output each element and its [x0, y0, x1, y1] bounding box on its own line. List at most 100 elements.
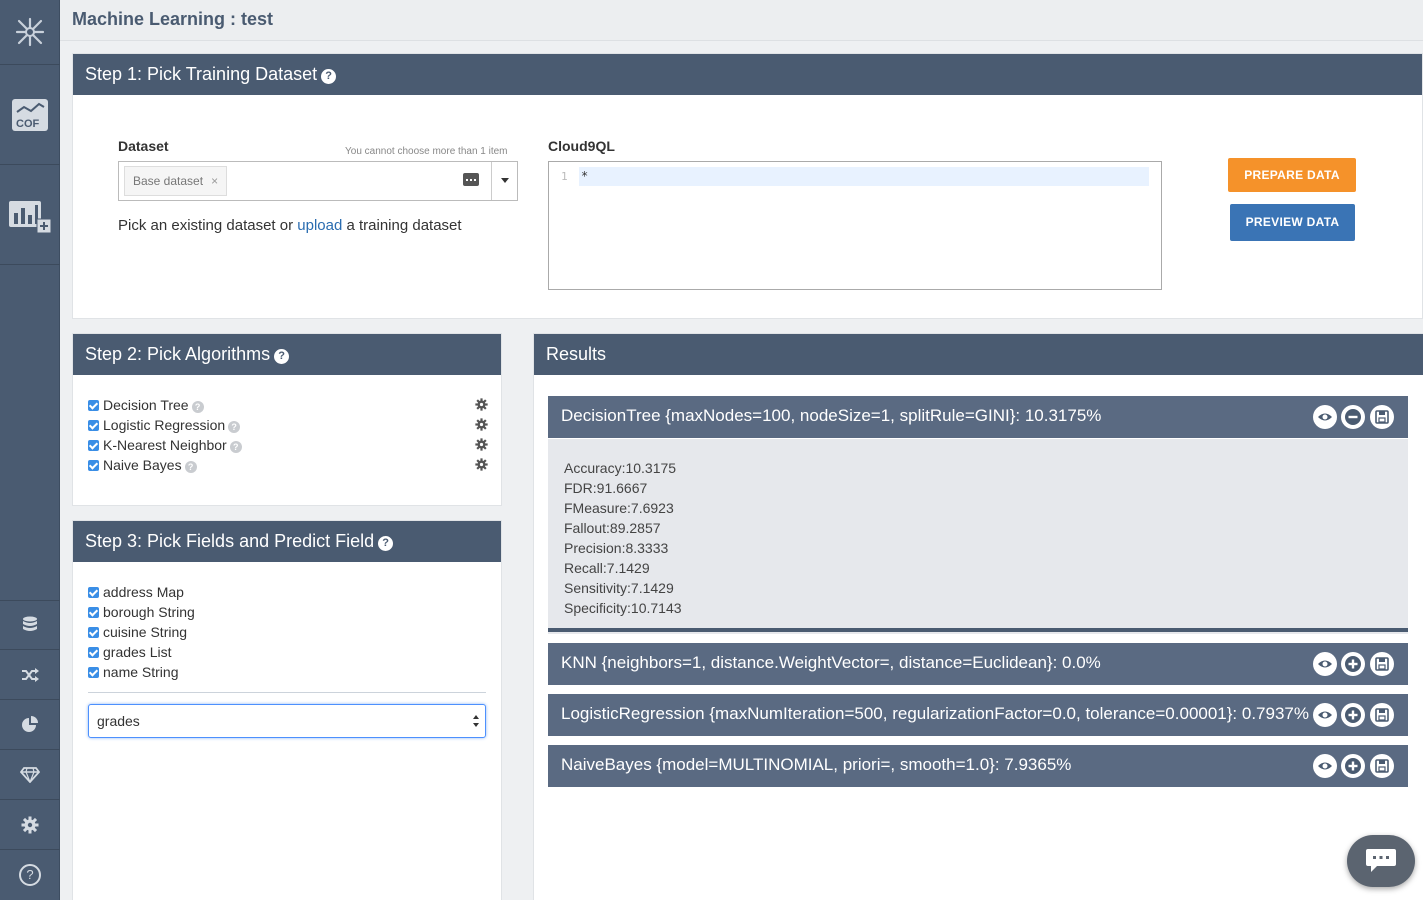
expand-button[interactable]	[1341, 703, 1365, 727]
chat-button[interactable]	[1347, 835, 1415, 887]
result-title: NaiveBayes {model=MULTINOMIAL, priori=, …	[561, 755, 1072, 774]
checkbox[interactable]	[88, 667, 99, 678]
remove-tag-icon[interactable]: ×	[211, 174, 218, 188]
result-title: LogisticRegression {maxNumIteration=500,…	[561, 704, 1309, 723]
checkbox[interactable]	[88, 440, 99, 451]
sidebar-item-add-chart[interactable]	[0, 165, 60, 265]
step2-panel: Step 2: Pick Algorithms? Decision Tree? …	[72, 333, 502, 506]
chat-icon	[1366, 849, 1396, 872]
checkbox[interactable]	[88, 627, 99, 638]
gear-icon[interactable]	[475, 418, 488, 431]
prepare-data-button[interactable]: PREPARE DATA	[1228, 158, 1356, 192]
collapse-button[interactable]	[1341, 405, 1365, 429]
checkbox[interactable]	[88, 400, 99, 411]
checkbox[interactable]	[88, 420, 99, 431]
preview-data-button[interactable]: PREVIEW DATA	[1230, 204, 1355, 241]
expand-button[interactable]	[1341, 652, 1365, 676]
field-label: name String	[103, 664, 179, 680]
predict-field-select[interactable]: grades	[88, 704, 486, 738]
field-label: borough String	[103, 604, 195, 620]
field-item[interactable]: borough String	[88, 602, 488, 622]
results-header: Results	[534, 334, 1423, 375]
view-button[interactable]	[1313, 754, 1337, 778]
sidebar-item-shuffle[interactable]	[0, 650, 60, 700]
divider	[88, 692, 486, 693]
view-button[interactable]	[1313, 652, 1337, 676]
results-title: Results	[546, 344, 607, 364]
eye-icon	[1318, 413, 1332, 421]
metric-sensitivity: Sensitivity:7.1429	[564, 580, 674, 596]
field-item[interactable]: address Map	[88, 582, 488, 602]
step1-header: Step 1: Pick Training Dataset?	[73, 54, 1422, 95]
question-icon[interactable]: ?	[321, 69, 337, 84]
algorithm-item[interactable]: K-Nearest Neighbor?	[88, 435, 488, 455]
algorithm-list: Decision Tree? Logistic Regression? K-Ne…	[88, 395, 488, 475]
sidebar-item-diamond[interactable]	[0, 750, 60, 800]
help-icon[interactable]: ?	[229, 441, 242, 453]
result-item-decision-tree[interactable]: DecisionTree {maxNodes=100, nodeSize=1, …	[548, 396, 1408, 438]
save-icon	[1375, 708, 1389, 722]
expand-button[interactable]	[1341, 754, 1365, 778]
save-button[interactable]	[1370, 405, 1394, 429]
selected-dataset-tag: Base dataset ×	[124, 166, 228, 196]
editor-line[interactable]: *	[579, 167, 1149, 186]
pie-chart-icon	[22, 715, 38, 732]
checkbox[interactable]	[88, 607, 99, 618]
sidebar-item-machine-learning[interactable]: COF	[0, 65, 60, 165]
result-item-logistic-regression[interactable]: LogisticRegression {maxNumIteration=500,…	[548, 694, 1408, 736]
question-icon[interactable]: ?	[378, 536, 394, 551]
upload-link[interactable]: upload	[297, 217, 342, 234]
save-button[interactable]	[1370, 703, 1394, 727]
result-item-naive-bayes[interactable]: NaiveBayes {model=MULTINOMIAL, priori=, …	[548, 745, 1408, 787]
dataset-select[interactable]: Base dataset ×	[118, 161, 518, 201]
logo-icon	[15, 17, 45, 47]
svg-text:COF: COF	[16, 118, 40, 130]
add-chart-icon	[9, 200, 52, 233]
field-item[interactable]: grades List	[88, 642, 488, 662]
step1-panel: Step 1: Pick Training Dataset? Dataset Y…	[72, 53, 1423, 319]
field-list: address Map borough String cuisine Strin…	[88, 582, 488, 682]
view-button[interactable]	[1313, 405, 1337, 429]
save-button[interactable]	[1370, 652, 1394, 676]
algorithm-label: Decision Tree	[103, 397, 189, 413]
result-title: DecisionTree {maxNodes=100, nodeSize=1, …	[561, 406, 1102, 425]
result-item-knn[interactable]: KNN {neighbors=1, distance.WeightVector=…	[548, 643, 1408, 685]
gear-icon[interactable]	[475, 438, 488, 451]
chevron-down-icon[interactable]	[491, 162, 517, 200]
algorithm-item[interactable]: Logistic Regression?	[88, 415, 488, 435]
keyboard-icon[interactable]	[463, 173, 479, 186]
field-item[interactable]: cuisine String	[88, 622, 488, 642]
checkbox[interactable]	[88, 647, 99, 658]
help-icon[interactable]: ?	[184, 461, 197, 473]
checkbox[interactable]	[88, 587, 99, 598]
minus-icon	[1345, 409, 1361, 425]
help-icon[interactable]: ?	[228, 421, 241, 433]
field-item[interactable]: name String	[88, 662, 488, 682]
sidebar-item-settings[interactable]	[0, 800, 60, 850]
sidebar-item-help[interactable]: ?	[0, 850, 60, 900]
view-button[interactable]	[1313, 703, 1337, 727]
algorithm-item[interactable]: Decision Tree?	[88, 395, 488, 415]
save-button[interactable]	[1370, 754, 1394, 778]
helper-text-before: Pick an existing dataset or	[118, 217, 294, 234]
question-icon[interactable]: ?	[274, 349, 290, 364]
dataset-limit-hint: You cannot choose more than 1 item	[345, 146, 508, 157]
sidebar-item-pie-chart[interactable]	[0, 700, 60, 750]
result-title: KNN {neighbors=1, distance.WeightVector=…	[561, 653, 1101, 672]
sidebar-item-database[interactable]	[0, 600, 60, 650]
help-icon[interactable]: ?	[191, 401, 204, 413]
algorithm-item[interactable]: Naive Bayes?	[88, 455, 488, 475]
checkbox[interactable]	[88, 460, 99, 471]
metric-fallout: Fallout:89.2857	[564, 520, 661, 536]
eye-icon	[1318, 660, 1332, 668]
dataset-helper-text: Pick an existing dataset or upload a tra…	[118, 217, 462, 234]
header: Machine Learning : test	[60, 0, 1423, 41]
gear-icon[interactable]	[475, 458, 488, 471]
metric-specificity: Specificity:10.7143	[564, 600, 682, 616]
save-icon	[1375, 410, 1389, 424]
metrics-list: Accuracy:10.3175 FDR:91.6667 FMeasure:7.…	[564, 458, 682, 618]
query-editor[interactable]: 1 *	[548, 161, 1162, 290]
gear-icon[interactable]	[475, 398, 488, 411]
eye-icon	[1318, 711, 1332, 719]
sidebar-item-logo[interactable]	[0, 0, 60, 65]
